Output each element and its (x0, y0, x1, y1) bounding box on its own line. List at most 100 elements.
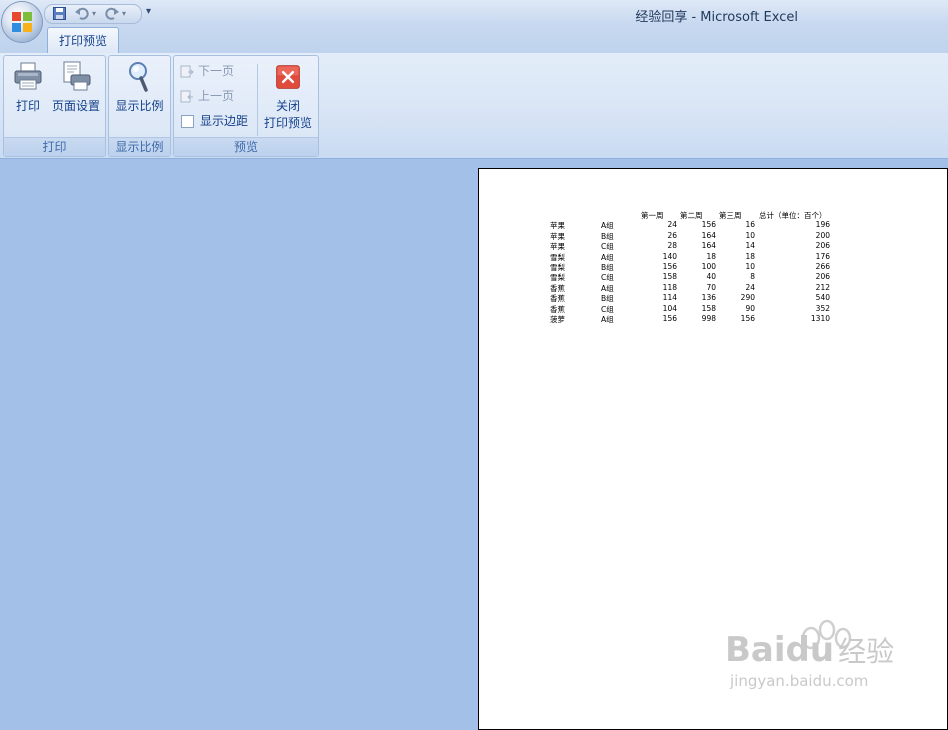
cell-fruit: 雪梨 (550, 252, 565, 262)
redo-icon[interactable] (105, 7, 119, 20)
quick-access-toolbar: ▾ ▾ (44, 4, 142, 24)
cell-week3: 290 (740, 293, 755, 303)
cell-week3: 18 (745, 251, 755, 261)
cell-week1: 140 (662, 251, 677, 261)
close-print-preview-button[interactable]: 关闭 打印预览 (260, 60, 316, 132)
cell-week2: 18 (706, 251, 716, 261)
preview-separator (257, 64, 258, 136)
cell-total: 206 (815, 272, 830, 282)
print-label: 打印 (15, 99, 40, 113)
cell-total: 266 (815, 261, 830, 271)
group-preview: 下一页 上一页 显示边距 关闭 打印预览 预览 (173, 55, 319, 157)
print-button[interactable]: 打印 (10, 60, 46, 115)
cell-week2: 70 (706, 282, 716, 292)
cell-week1: 156 (662, 313, 677, 323)
cell-group: A组 (601, 314, 614, 324)
zoom-button[interactable]: 显示比例 (111, 60, 168, 115)
cell-week1: 26 (667, 230, 677, 240)
cell-week1: 114 (662, 293, 677, 303)
cell-week2: 136 (701, 293, 716, 303)
cell-week1: 104 (662, 303, 677, 313)
cell-week3: 156 (740, 313, 755, 323)
page-setup-icon (63, 61, 91, 91)
cell-total: 206 (815, 241, 830, 251)
previous-page-icon (180, 90, 193, 102)
close-icon (276, 65, 300, 89)
cell-group: C组 (601, 304, 614, 314)
office-button[interactable] (2, 2, 42, 42)
undo-dropdown-icon[interactable]: ▾ (92, 9, 96, 18)
cell-week3: 8 (750, 272, 755, 282)
zoom-label: 显示比例 (115, 99, 164, 113)
page-setup-button[interactable]: 页面设置 (50, 60, 102, 115)
cell-fruit: 菠萝 (550, 314, 565, 324)
cell-group: B组 (601, 294, 614, 304)
cell-week1: 158 (662, 272, 677, 282)
ribbon-tab-bar: 打印预览 (0, 26, 948, 54)
cell-total: 212 (815, 282, 830, 292)
cell-week2: 164 (701, 230, 716, 240)
cell-fruit: 雪梨 (550, 273, 565, 283)
next-page-label: 下一页 (198, 64, 235, 78)
cell-week1: 118 (662, 282, 677, 292)
cell-week3: 10 (745, 261, 755, 271)
cell-fruit: 香蕉 (550, 304, 565, 314)
cell-week3: 14 (745, 241, 755, 251)
group-print-label: 打印 (4, 137, 105, 156)
cell-week2: 164 (701, 241, 716, 251)
cell-group: C组 (601, 273, 614, 283)
next-page-button[interactable]: 下一页 (180, 61, 234, 81)
cell-total: 540 (815, 293, 830, 303)
cell-total: 200 (815, 230, 830, 240)
show-margins-label: 显示边距 (200, 114, 249, 128)
printer-icon (14, 62, 42, 90)
header-week3: 第三周 (719, 211, 742, 220)
show-margins-checkbox[interactable]: 显示边距 (180, 111, 248, 131)
previous-page-button[interactable]: 上一页 (180, 86, 234, 106)
cell-week2: 156 (701, 220, 716, 230)
next-page-icon (180, 65, 194, 77)
page-setup-label: 页面设置 (51, 99, 100, 113)
cell-fruit: 苹果 (550, 221, 565, 231)
show-margins-check[interactable] (181, 115, 194, 128)
window-title: 经验回享 - Microsoft Excel (635, 10, 798, 25)
cell-fruit: 香蕉 (550, 294, 565, 304)
previous-page-label: 上一页 (198, 89, 235, 103)
cell-total: 176 (815, 251, 830, 261)
save-icon[interactable] (53, 7, 66, 20)
group-print: 打印 页面设置 打印 (3, 55, 106, 157)
close-label-line1: 关闭 (275, 99, 300, 113)
cell-week3: 24 (745, 282, 755, 292)
customize-qat-icon[interactable]: ▾ (146, 6, 151, 17)
cell-week2: 998 (701, 313, 716, 323)
cell-week3: 10 (745, 230, 755, 240)
watermark-url: jingyan.baidu.com (730, 672, 869, 690)
watermark-brand2: du (785, 630, 835, 670)
ribbon: 打印 页面设置 打印 显示比例 显示比例 下一页 上一页 显示边距 关闭 打印预… (0, 53, 948, 159)
watermark-cn: 经验 (838, 635, 895, 668)
cell-fruit: 雪梨 (550, 262, 565, 272)
cell-week1: 156 (662, 261, 677, 271)
title-bar: 经验回享 - Microsoft Excel (0, 0, 948, 26)
magnifier-icon (128, 62, 148, 92)
group-zoom: 显示比例 显示比例 (108, 55, 171, 157)
cell-fruit: 苹果 (550, 242, 565, 252)
redo-dropdown-icon[interactable]: ▾ (122, 9, 126, 18)
cell-group: A组 (601, 283, 614, 293)
cell-fruit: 苹果 (550, 231, 565, 241)
cell-week2: 158 (701, 303, 716, 313)
cell-group: C组 (601, 242, 614, 252)
group-preview-label: 预览 (174, 137, 318, 156)
office-logo-icon (12, 12, 32, 32)
header-week2: 第二周 (680, 211, 703, 220)
cell-group: A组 (601, 252, 614, 262)
undo-icon[interactable] (75, 7, 89, 20)
cell-total: 196 (815, 220, 830, 230)
cell-week2: 100 (701, 261, 716, 271)
cell-group: B组 (601, 262, 614, 272)
header-total: 总计（单位：百个） (759, 211, 827, 220)
cell-group: B组 (601, 231, 614, 241)
cell-week2: 40 (706, 272, 716, 282)
watermark-brand: Bai (725, 630, 786, 670)
tab-print-preview[interactable]: 打印预览 (47, 27, 119, 54)
